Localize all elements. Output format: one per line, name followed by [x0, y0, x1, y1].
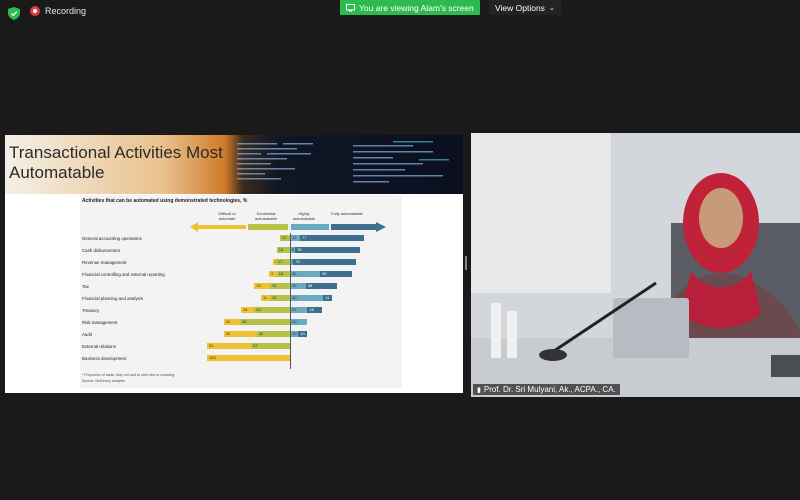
shared-slide: Transactional Activities Most Automatabl… [5, 135, 463, 393]
slide-title-line1: Transactional Activities Most [9, 143, 223, 162]
chart-bar-highly: 20 [290, 319, 307, 325]
viewing-label: You are viewing Alam's screen [359, 2, 474, 13]
chart-bar-fully: 11 [323, 295, 333, 301]
recording-indicator[interactable]: Recording [30, 6, 86, 16]
speaker-video: ▮ Prof. Dr. Sri Mulyani, Ak., ACPA., CA. [471, 133, 800, 397]
chart-category-label: Business development [82, 355, 127, 361]
arrow-fully [331, 222, 386, 232]
speaker-name: Prof. Dr. Sri Mulyani, Ak., ACPA., CA. [483, 385, 616, 394]
meeting-topbar: Recording You are viewing Alam's screen … [0, 0, 800, 26]
chart-category-label: General accounting operations [82, 235, 142, 241]
chart-bar-highly: 36 [290, 271, 320, 277]
chart-bar-fully: 39 [319, 271, 353, 277]
chart-category-label: Revenue management [82, 259, 127, 265]
chart-bar-fully: 18 [307, 307, 323, 313]
legend-highly: Highly automatable [292, 211, 315, 221]
chart-bar-highly: 12 [290, 235, 300, 241]
chart-bar-highly: 19 [290, 283, 306, 289]
chart-bar-fully: 10 [298, 331, 307, 337]
chart-category-label: Audit [82, 331, 93, 337]
chart-bar-somewhat: 16 [276, 247, 290, 253]
chart-zero-line [290, 233, 291, 369]
legend-fully: Fully automatable [331, 211, 363, 216]
chart-bar-difficult: 19 [254, 283, 271, 289]
chart-category-label: Treasury [82, 307, 100, 313]
chart-bar-somewhat: 47 [250, 343, 290, 349]
screen-share-icon [346, 3, 355, 11]
chart-bar-highly: 10 [290, 331, 299, 337]
chart-bar-highly: 21 [290, 307, 308, 313]
legend-somewhat: Somewhat automatable [254, 211, 277, 221]
chart-category-label: Tax [82, 283, 89, 289]
chart-bar-highly: 40 [290, 295, 324, 301]
chart-bar-somewhat: 60 [240, 319, 290, 325]
chart-bar-difficult: 9 [269, 271, 277, 277]
chart-bar-difficult: 16 [241, 307, 255, 313]
chart-bar-fully: 38 [305, 283, 338, 289]
chart-bar-difficult: 100 [207, 355, 290, 361]
chart-bar-somewhat: 24 [270, 283, 290, 289]
speaker-video-image [471, 133, 800, 397]
viewing-banner: You are viewing Alam's screen [340, 0, 480, 15]
slide-title: Transactional Activities Most Automatabl… [9, 143, 223, 183]
arrow-highly [291, 224, 329, 230]
chart-bar-somewhat: 17 [275, 259, 290, 265]
signal-bars-icon: ▮ [477, 386, 481, 394]
chart-category-label: Financial planning and analysis [82, 295, 144, 301]
automation-chart: Activities that can be automated using d… [80, 195, 402, 388]
arrow-difficult [190, 222, 246, 232]
chart-category-label: External relations [82, 343, 116, 349]
chart-category-label: Risk management [82, 319, 118, 325]
view-options-label: View Options [495, 2, 545, 13]
slide-title-line2: Automatable [9, 163, 105, 182]
chart-bar-difficult: 11 [260, 295, 271, 301]
chart-bar-somewhat: 40 [256, 331, 290, 337]
chart-category-label: Financial controlling and external repor… [82, 271, 165, 277]
recording-label: Recording [45, 6, 87, 16]
chevron-down-icon: ⌄ [548, 4, 555, 12]
chart-bar-somewhat: 16 [276, 271, 290, 277]
legend-arrows [190, 222, 386, 232]
arrow-somewhat [248, 224, 288, 230]
chart-bar-fully: 77 [299, 235, 364, 241]
chart-footnote-2: Source: McKinsey analysis [82, 379, 125, 383]
chart-bar-fully: 75 [293, 259, 356, 265]
chart-title: Activities that can be automated using d… [82, 198, 248, 204]
chart-bar-difficult: 40 [223, 331, 257, 337]
record-icon [30, 6, 40, 16]
shield-icon[interactable] [8, 7, 20, 20]
chart-bar-somewhat: 12 [280, 235, 290, 241]
chart-category-label: Cash disbursement [82, 247, 120, 253]
panel-resize-handle[interactable] [465, 256, 467, 270]
chart-footnote-1: ¹ Proportion of tasks. May not add to si… [82, 373, 176, 377]
chart-bar-somewhat: 43 [254, 307, 290, 313]
slide-header: Transactional Activities Most Automatabl… [5, 135, 463, 194]
view-options-button[interactable]: View Options ⌄ [489, 0, 561, 15]
speaker-name-tag: ▮ Prof. Dr. Sri Mulyani, Ak., ACPA., CA. [473, 384, 620, 395]
chart-bar-difficult: 20 [223, 319, 241, 325]
chart-bar-somewhat: 24 [270, 295, 290, 301]
code-background-image [237, 141, 449, 183]
legend-difficult: Difficult to automate [218, 211, 236, 221]
chart-bar-difficult: 53 [207, 343, 251, 349]
chart-bar-fully: 78 [294, 247, 360, 253]
